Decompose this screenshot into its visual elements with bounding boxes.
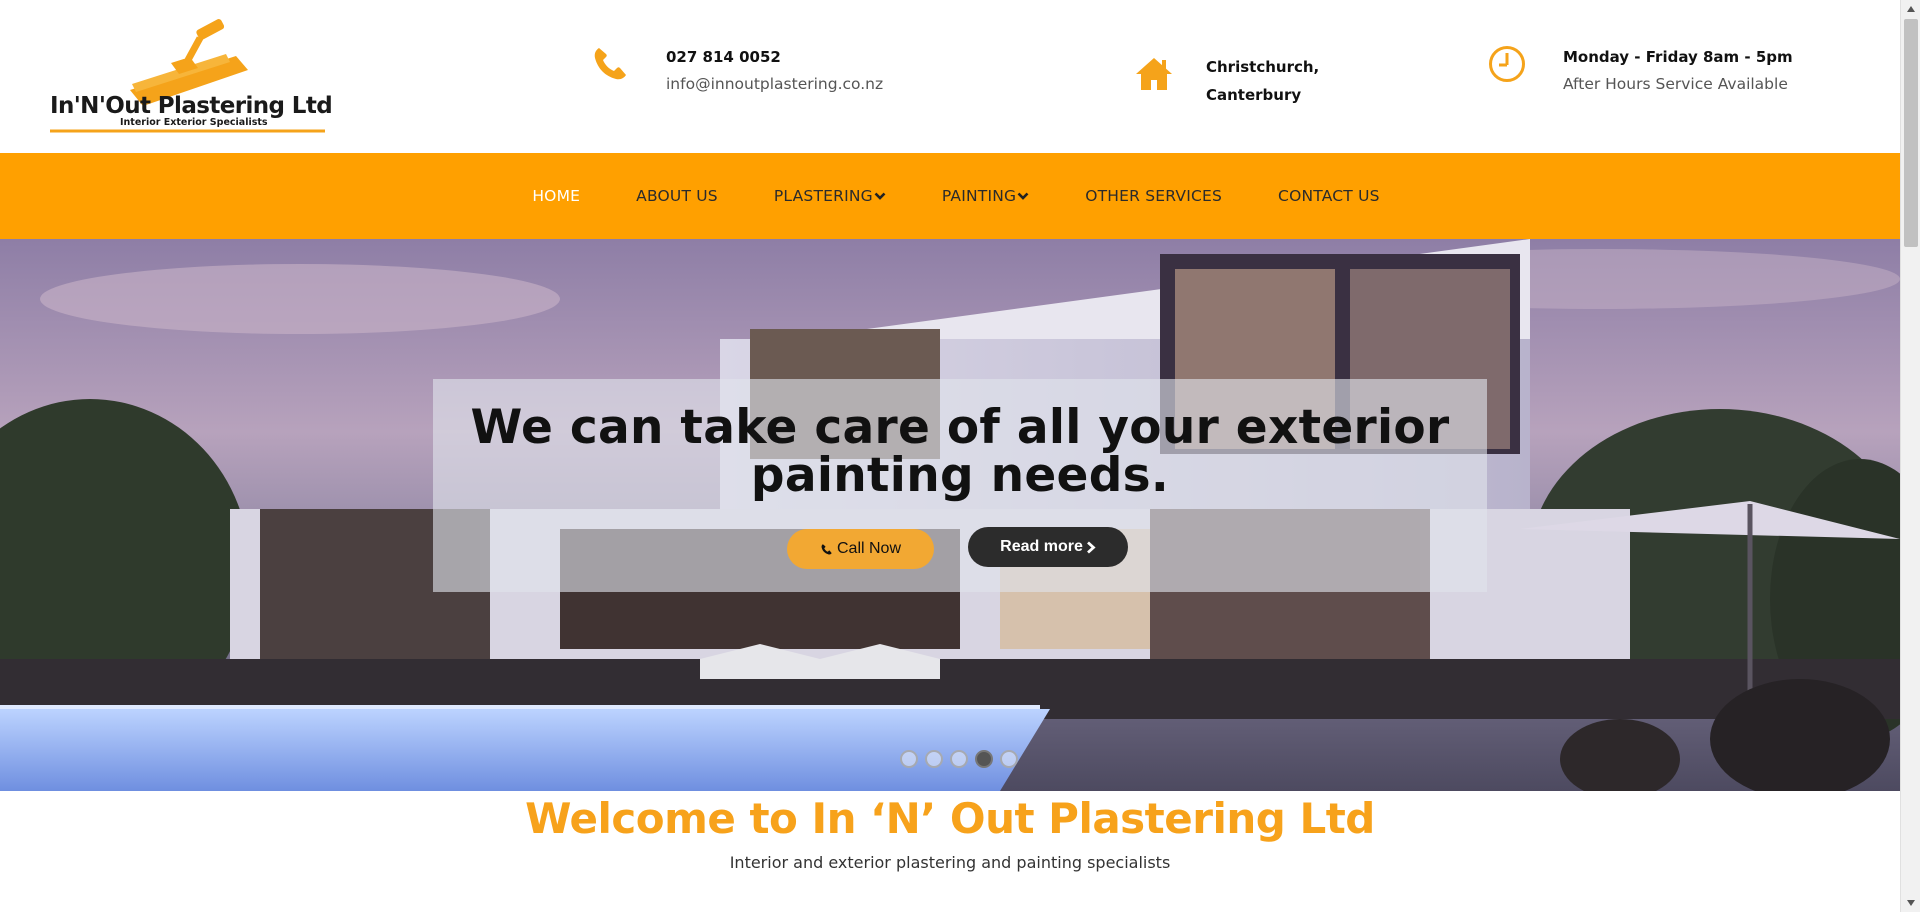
nav-contact[interactable]: CONTACT US (1250, 187, 1408, 205)
phone-icon (821, 543, 832, 554)
address-region: Canterbury (1206, 86, 1302, 104)
address-city: Christchurch, (1206, 58, 1320, 76)
main-nav: HOME ABOUT US PLASTERING PAINTING OTHER … (0, 153, 1900, 239)
vertical-scrollbar[interactable] (1900, 0, 1920, 912)
slide-dot[interactable] (900, 750, 918, 768)
slide-dot-active[interactable] (975, 750, 993, 768)
clock-icon (1489, 46, 1525, 82)
svg-text:Interior Exterior Specialists: Interior Exterior Specialists (120, 117, 268, 128)
scroll-down-arrow[interactable] (1901, 894, 1920, 912)
hero-headline: We can take care of all your exterior pa… (433, 404, 1487, 500)
hero-slider[interactable]: We can take care of all your exterior pa… (0, 239, 1900, 791)
hero-headline-line1: We can take care of all your exterior (470, 400, 1450, 455)
slide-dot[interactable] (1000, 750, 1018, 768)
contact-info: 027 814 0052 info@innoutplastering.co.nz (590, 44, 883, 98)
slide-dot[interactable] (925, 750, 943, 768)
nav-other-services[interactable]: OTHER SERVICES (1057, 187, 1250, 205)
home-icon (1136, 58, 1172, 90)
welcome-title: Welcome to In ‘N’ Out Plastering Ltd (525, 794, 1375, 843)
scroll-up-arrow[interactable] (1901, 0, 1920, 18)
call-now-button[interactable]: Call Now (787, 529, 934, 569)
read-more-label: Read more (1000, 538, 1083, 555)
chevron-right-icon (1086, 540, 1096, 554)
company-logo[interactable]: In'N'Out Plastering Ltd Interior Exterio… (48, 18, 332, 136)
nav-plastering-label: PLASTERING (773, 187, 873, 205)
chevron-down-icon (874, 192, 886, 200)
site-header: In'N'Out Plastering Ltd Interior Exterio… (0, 0, 1900, 153)
call-now-label: Call Now (836, 540, 901, 557)
nav-plastering[interactable]: PLASTERING (746, 187, 914, 205)
hours-info: Monday - Friday 8am - 5pm After Hours Se… (1487, 44, 1793, 98)
welcome-section: Welcome to In ‘N’ Out Plastering Ltd Int… (0, 791, 1900, 872)
svg-text:In'N'Out Plastering Ltd: In'N'Out Plastering Ltd (50, 93, 332, 119)
chevron-down-icon (1017, 192, 1029, 200)
email-link[interactable]: info@innoutplastering.co.nz (666, 70, 883, 98)
phone-number[interactable]: 027 814 0052 (666, 44, 883, 70)
nav-painting-label: PAINTING (941, 187, 1017, 205)
nav-home-label: HOME (532, 187, 581, 205)
hours-after: After Hours Service Available (1563, 75, 1788, 93)
nav-about-label: ABOUT US (636, 187, 718, 205)
hours-weekday: Monday - Friday 8am - 5pm (1563, 48, 1793, 66)
welcome-subtitle: Interior and exterior plastering and pai… (729, 853, 1171, 872)
hero-headline-line2: painting needs. (750, 448, 1170, 503)
nav-contact-label: CONTACT US (1278, 187, 1380, 205)
scrollbar-thumb[interactable] (1904, 19, 1918, 247)
phone-icon (594, 48, 626, 80)
read-more-button[interactable]: Read more (968, 527, 1128, 567)
slide-dot[interactable] (950, 750, 968, 768)
nav-about[interactable]: ABOUT US (608, 187, 746, 205)
hero-caption: We can take care of all your exterior pa… (433, 379, 1487, 592)
nav-other-label: OTHER SERVICES (1085, 187, 1223, 205)
slider-indicators (900, 750, 1018, 768)
nav-home[interactable]: HOME (504, 187, 608, 205)
nav-painting[interactable]: PAINTING (914, 187, 1057, 205)
address-info: Christchurch, Canterbury (1134, 54, 1319, 108)
